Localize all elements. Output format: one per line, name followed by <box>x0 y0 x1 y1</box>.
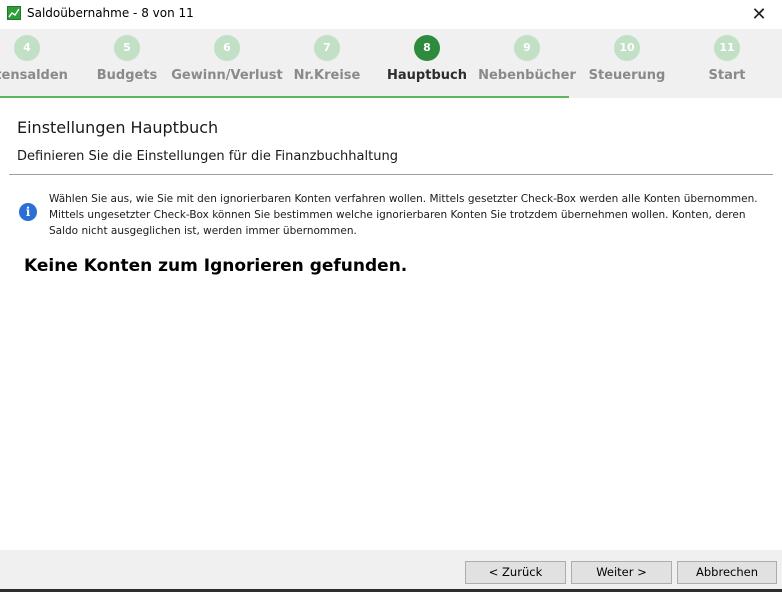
chart-app-icon <box>7 6 21 20</box>
step-number-badge: 11 <box>714 35 740 61</box>
content-area <box>0 98 782 550</box>
step-4: 4 ntensalden <box>0 29 77 98</box>
step-11: 11 Start <box>677 29 777 98</box>
page-title: Einstellungen Hauptbuch <box>17 118 219 137</box>
wizard-steps: 4 ntensalden 5 Budgets 6 Gewinn/Verlust … <box>0 29 782 98</box>
cancel-button[interactable]: Abbrechen <box>677 561 777 584</box>
step-7: 7 Nr.Kreise <box>277 29 377 98</box>
step-number-badge: 4 <box>14 35 40 61</box>
empty-message: Keine Konten zum Ignorieren gefunden. <box>24 256 408 276</box>
step-number-badge: 5 <box>114 35 140 61</box>
step-label: Start <box>708 68 746 83</box>
title-bar: Saldoübernahme - 8 von 11 ✕ <box>0 0 782 29</box>
footer-bar: < Zurück Weiter > Abbrechen <box>0 550 782 592</box>
step-5: 5 Budgets <box>77 29 177 98</box>
back-button[interactable]: < Zurück <box>465 561 566 584</box>
step-8: 8 Hauptbuch <box>377 29 477 98</box>
step-number-badge: 7 <box>314 35 340 61</box>
step-number-badge: 8 <box>414 35 440 61</box>
step-number-badge: 9 <box>514 35 540 61</box>
close-icon[interactable]: ✕ <box>736 0 782 29</box>
info-icon: i <box>19 203 37 221</box>
step-number-badge: 6 <box>214 35 240 61</box>
info-text: Wählen Sie aus, wie Sie mit den ignorier… <box>49 193 758 237</box>
window-title: Saldoübernahme - 8 von 11 <box>27 6 194 20</box>
next-button[interactable]: Weiter > <box>571 561 672 584</box>
step-6: 6 Gewinn/Verlust <box>171 29 283 98</box>
step-number-badge: 10 <box>614 35 640 61</box>
header-divider <box>9 174 773 175</box>
step-9: 9 Nebenbücher <box>477 29 577 98</box>
step-10: 10 Steuerung <box>577 29 677 98</box>
page-subtitle: Definieren Sie die Einstellungen für die… <box>17 149 398 164</box>
